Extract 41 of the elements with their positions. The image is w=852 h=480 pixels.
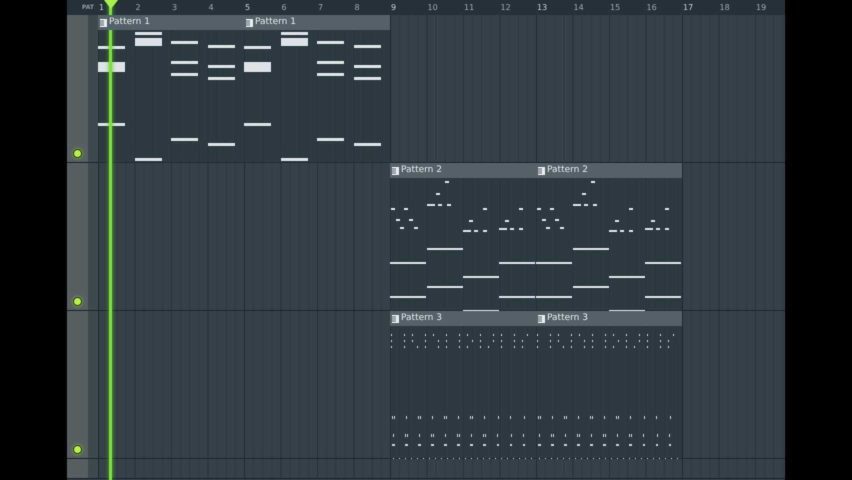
- bar-number: 8: [354, 4, 360, 12]
- bar-number: 3: [172, 4, 178, 12]
- bar-number: 6: [282, 4, 287, 12]
- clip-title: Pattern 2: [401, 166, 442, 175]
- clip-title: Pattern 3: [401, 314, 442, 323]
- track-enable-led[interactable]: [73, 297, 82, 306]
- clip-title: Pattern 1: [109, 18, 150, 27]
- pattern-clip[interactable]: Pattern 2: [390, 163, 536, 311]
- bar-number: 2: [136, 4, 141, 12]
- bar-number: 18: [720, 4, 730, 12]
- pattern-icon[interactable]: [392, 166, 399, 174]
- bar-number: 12: [500, 4, 511, 12]
- bar-number: 15: [610, 4, 620, 12]
- pattern-icon[interactable]: [392, 314, 399, 322]
- pattern-icon[interactable]: [538, 166, 545, 174]
- playhead-marker-icon[interactable]: [104, 0, 118, 9]
- clip-title: Pattern 3: [547, 314, 588, 323]
- pattern-clip[interactable]: Pattern 1: [244, 15, 390, 163]
- bar-number: 9: [391, 4, 396, 12]
- clip-title: Pattern 1: [255, 18, 296, 27]
- bar-number: 13: [537, 4, 548, 12]
- bar-number: 1: [99, 4, 104, 12]
- track-enable-led[interactable]: [73, 149, 82, 158]
- bar-number: 11: [464, 4, 474, 12]
- bar-number: 10: [428, 4, 438, 12]
- pattern-clip[interactable]: Pattern 3: [536, 311, 682, 459]
- bar-number: 5: [245, 4, 250, 12]
- pattern-icon[interactable]: [100, 18, 107, 26]
- bar-number: 19: [756, 4, 766, 12]
- pattern-icon[interactable]: [246, 18, 253, 26]
- pattern-clip[interactable]: Pattern 1: [98, 15, 244, 163]
- pattern-clip[interactable]: Pattern 3: [390, 311, 536, 459]
- bar-number: 7: [318, 4, 324, 12]
- pattern-icon[interactable]: [538, 314, 545, 322]
- bar-number: 14: [574, 4, 584, 12]
- bar-number: 17: [683, 4, 694, 12]
- bar-number: 16: [646, 4, 657, 12]
- clip-title: Pattern 2: [547, 166, 588, 175]
- bar-number: 4: [208, 4, 214, 12]
- pattern-clip[interactable]: Pattern 2: [536, 163, 682, 311]
- track-enable-led[interactable]: [73, 445, 82, 454]
